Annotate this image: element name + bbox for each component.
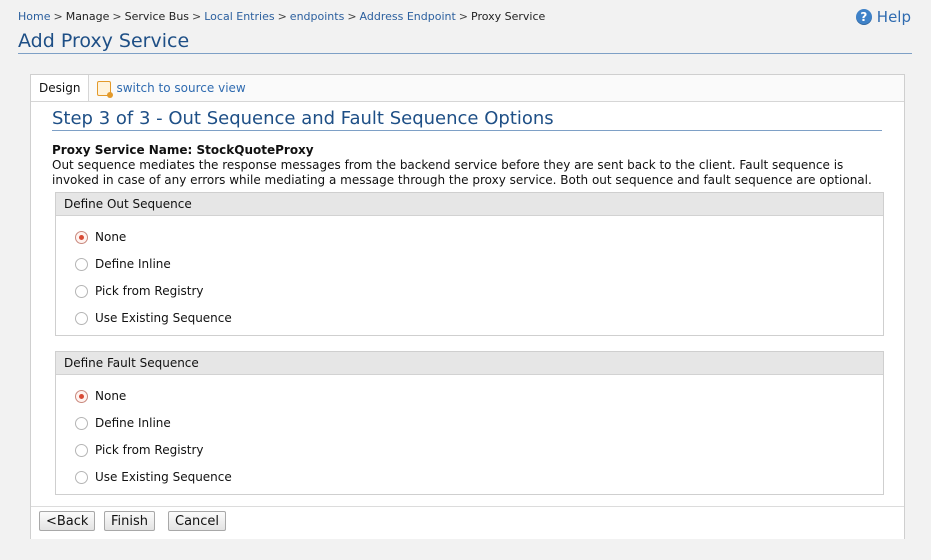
- source-view-label: switch to source view: [116, 81, 246, 95]
- step-divider: [52, 130, 882, 131]
- radio-icon[interactable]: [75, 443, 88, 457]
- fault-option-pick-registry-label: Pick from Registry: [95, 443, 204, 457]
- finish-button[interactable]: Finish: [104, 511, 156, 531]
- cancel-button[interactable]: Cancel: [168, 511, 227, 531]
- breadcrumb-local-entries[interactable]: Local Entries: [204, 10, 274, 23]
- breadcrumb-separator: >: [458, 10, 469, 23]
- tab-source-view[interactable]: switch to source view: [97, 80, 246, 98]
- page-title: Add Proxy Service: [18, 30, 190, 52]
- out-sequence-header: Define Out Sequence: [56, 193, 883, 216]
- out-option-none-label: None: [95, 230, 127, 244]
- button-bar: <Back Finish Cancel: [31, 506, 904, 539]
- wizard-panel: Design switch to source view Step 3 of 3…: [30, 74, 905, 539]
- title-divider: [18, 53, 912, 54]
- fault-sequence-header: Define Fault Sequence: [56, 352, 883, 375]
- step-title: Step 3 of 3 - Out Sequence and Fault Seq…: [52, 108, 554, 129]
- out-option-pick-registry-label: Pick from Registry: [95, 284, 204, 298]
- fault-sequence-box: Define Fault Sequence None Define Inline…: [55, 351, 884, 495]
- fault-option-define-inline[interactable]: Define Inline: [75, 416, 171, 430]
- radio-icon[interactable]: [75, 311, 88, 325]
- out-option-define-inline-label: Define Inline: [95, 257, 171, 271]
- fault-option-define-inline-label: Define Inline: [95, 416, 171, 430]
- breadcrumb-separator: >: [53, 10, 63, 23]
- breadcrumb-manage: Manage: [65, 10, 110, 23]
- description-text: Out sequence mediates the response messa…: [52, 158, 872, 187]
- radio-icon[interactable]: [75, 470, 88, 484]
- fault-option-existing[interactable]: Use Existing Sequence: [75, 470, 232, 484]
- proxy-service-name: Proxy Service Name: StockQuoteProxy: [52, 143, 314, 157]
- breadcrumb-separator: >: [277, 10, 287, 23]
- breadcrumb: Home > Manage > Service Bus > Local Entries > en…: [18, 10, 545, 23]
- out-option-pick-registry[interactable]: Pick from Registry: [75, 284, 204, 298]
- help-label: Help: [876, 8, 911, 26]
- breadcrumb-service-bus: Service Bus: [124, 10, 190, 23]
- fault-option-pick-registry[interactable]: Pick from Registry: [75, 443, 204, 457]
- view-tabbar: Design switch to source view: [31, 75, 904, 102]
- help-link[interactable]: ? Help: [855, 8, 911, 26]
- radio-icon[interactable]: [75, 257, 88, 271]
- out-option-existing-label: Use Existing Sequence: [95, 311, 232, 325]
- breadcrumb-address-endpoint[interactable]: Address Endpoint: [360, 10, 456, 23]
- radio-icon[interactable]: [75, 284, 88, 298]
- help-icon: ?: [855, 9, 872, 25]
- breadcrumb-endpoints[interactable]: endpoints: [290, 10, 345, 23]
- out-option-define-inline[interactable]: Define Inline: [75, 257, 171, 271]
- tab-design[interactable]: Design: [31, 75, 90, 101]
- radio-selected-icon[interactable]: [75, 389, 88, 403]
- out-option-existing[interactable]: Use Existing Sequence: [75, 311, 232, 325]
- breadcrumb-home[interactable]: Home: [18, 10, 50, 23]
- out-sequence-box: Define Out Sequence None Define Inline P…: [55, 192, 884, 336]
- fault-option-existing-label: Use Existing Sequence: [95, 470, 232, 484]
- out-option-none[interactable]: None: [75, 230, 126, 244]
- back-button[interactable]: <Back: [39, 511, 96, 531]
- fault-option-none[interactable]: None: [75, 389, 126, 403]
- radio-icon[interactable]: [75, 416, 88, 430]
- breadcrumb-separator: >: [347, 10, 357, 23]
- fault-option-none-label: None: [95, 389, 127, 403]
- radio-selected-icon[interactable]: [75, 230, 88, 244]
- breadcrumb-proxy-service: Proxy Service: [471, 10, 546, 23]
- breadcrumb-separator: >: [112, 10, 122, 23]
- source-view-icon: [97, 80, 114, 98]
- breadcrumb-separator: >: [192, 10, 202, 23]
